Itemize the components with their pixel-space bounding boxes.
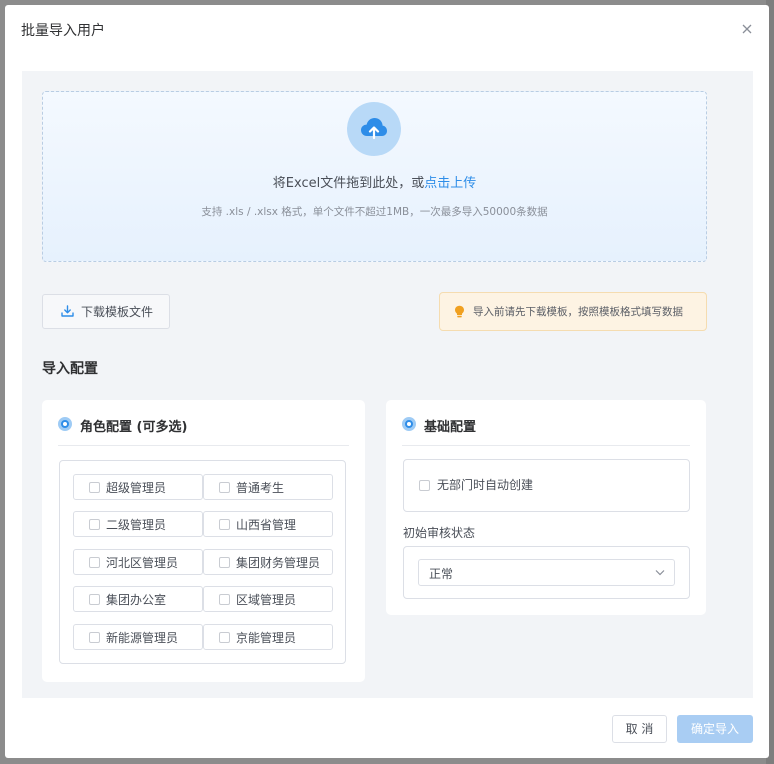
role-option-label: 河北区管理员 (106, 556, 179, 570)
checkbox-icon[interactable] (89, 632, 100, 643)
close-icon (742, 24, 752, 34)
dialog-title: 批量导入用户 (21, 23, 105, 39)
click-upload-link[interactable]: 点击上传 (424, 176, 476, 191)
role-option-label: 山西省管理 (236, 518, 297, 532)
checkbox-icon[interactable] (89, 519, 100, 530)
role-option-label: 二级管理员 (106, 518, 167, 532)
role-option-label: 集团办公室 (106, 593, 167, 607)
initial-status-label: 初始审核状态 (403, 526, 476, 540)
cloud-upload-icon (361, 118, 387, 140)
template-tip-text: 导入前请先下载模板，按照模板格式填写数据 (473, 306, 683, 318)
checkbox-icon[interactable] (419, 480, 430, 491)
dialog-header: 批量导入用户 (5, 5, 769, 55)
checkbox-icon[interactable] (89, 482, 100, 493)
upload-dropzone[interactable]: 将Excel文件拖到此处，或点击上传 支持 .xls / .xlsx 格式，单个… (42, 91, 707, 262)
upload-instruction: 将Excel文件拖到此处，或点击上传 (43, 172, 706, 191)
import-config-title: 导入配置 (42, 361, 98, 377)
role-checkbox-group: 超级管理员 普通考生 二级管理员 山西省管理 河北区管理员 集团财务管理员 集团… (59, 460, 346, 664)
role-option[interactable]: 区域管理员 (203, 586, 333, 612)
upload-icon-circle (347, 102, 401, 156)
basic-config-header: 基础配置 (402, 416, 690, 446)
checkbox-icon[interactable] (219, 594, 230, 605)
checkbox-icon[interactable] (219, 519, 230, 530)
import-users-dialog: 批量导入用户 将Excel文件拖到此处，或点击上传 支持 .xls / .xls… (5, 5, 769, 758)
auto-create-dept-label: 无部门时自动创建 (437, 478, 534, 492)
chevron-down-icon (655, 570, 665, 576)
role-option-label: 超级管理员 (106, 481, 167, 495)
role-option-label: 普通考生 (236, 481, 285, 495)
role-config-title: 角色配置 (可多选) (80, 420, 188, 435)
role-option-label: 集团财务管理员 (236, 556, 321, 570)
role-option[interactable]: 新能源管理员 (73, 624, 203, 650)
role-option[interactable]: 普通考生 (203, 474, 333, 500)
role-option-label: 京能管理员 (236, 631, 297, 645)
checkbox-icon[interactable] (219, 632, 230, 643)
download-icon (61, 305, 74, 317)
lightbulb-icon (455, 305, 464, 318)
basic-config-radio-icon (402, 417, 416, 431)
checkbox-icon[interactable] (89, 557, 100, 568)
role-option-label: 区域管理员 (236, 593, 297, 607)
upload-hint: 支持 .xls / .xlsx 格式，单个文件不超过1MB，一次最多导入5000… (201, 206, 548, 218)
role-option[interactable]: 山西省管理 (203, 511, 333, 537)
checkbox-icon[interactable] (219, 557, 230, 568)
role-config-header: 角色配置 (可多选) (58, 416, 349, 446)
role-option[interactable]: 集团办公室 (73, 586, 203, 612)
initial-status-field: 正常 (403, 546, 690, 599)
initial-status-value: 正常 (429, 567, 454, 581)
dialog-body: 将Excel文件拖到此处，或点击上传 支持 .xls / .xlsx 格式，单个… (22, 71, 753, 698)
role-option[interactable]: 京能管理员 (203, 624, 333, 650)
role-option-label: 新能源管理员 (106, 631, 179, 645)
role-config-card: 角色配置 (可多选) 超级管理员 普通考生 二级管理员 山西省管理 河北区管理员… (42, 400, 365, 682)
confirm-import-button[interactable]: 确定导入 (677, 715, 753, 743)
auto-create-dept-option[interactable]: 无部门时自动创建 (403, 459, 690, 512)
role-option[interactable]: 超级管理员 (73, 474, 203, 500)
role-option[interactable]: 二级管理员 (73, 511, 203, 537)
checkbox-icon[interactable] (219, 482, 230, 493)
role-config-radio-icon (58, 417, 72, 431)
basic-config-title: 基础配置 (424, 420, 477, 435)
download-template-label: 下载模板文件 (81, 305, 154, 319)
basic-config-card: 基础配置 无部门时自动创建 初始审核状态 正常 (386, 400, 706, 615)
upload-instruction-text: 将Excel文件拖到此处，或 (272, 176, 425, 191)
cancel-button[interactable]: 取 消 (612, 715, 667, 743)
checkbox-icon[interactable] (89, 594, 100, 605)
role-option[interactable]: 集团财务管理员 (203, 549, 333, 575)
close-button[interactable] (737, 19, 757, 39)
download-template-button[interactable]: 下载模板文件 (42, 294, 170, 329)
template-tip: 导入前请先下载模板，按照模板格式填写数据 (439, 292, 707, 331)
initial-status-select[interactable]: 正常 (418, 559, 675, 586)
role-option[interactable]: 河北区管理员 (73, 549, 203, 575)
